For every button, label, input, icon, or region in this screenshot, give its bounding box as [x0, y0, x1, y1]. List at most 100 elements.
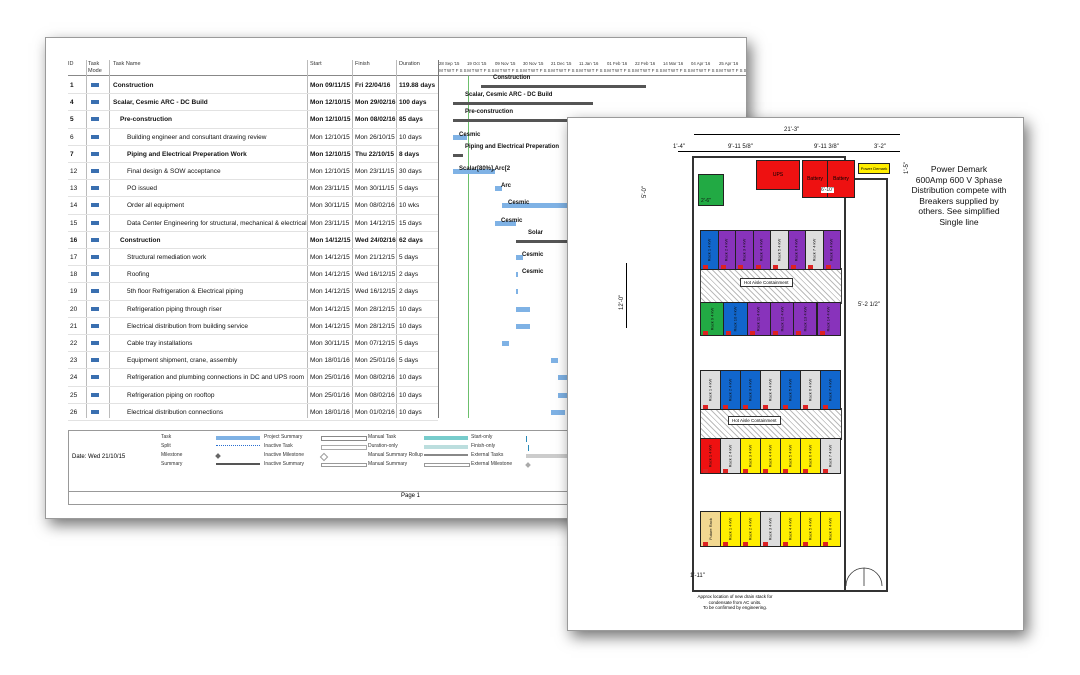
legend-label: Task: [161, 434, 172, 440]
rack: Rack 1 4 kW: [700, 370, 721, 410]
task-id: 26: [70, 408, 78, 416]
summary-bar: [453, 153, 463, 157]
task-mode-icon: [91, 203, 99, 208]
row-rule: [68, 265, 438, 267]
current-date-line: [468, 76, 469, 418]
task-start: Mon 18/01/16: [310, 408, 350, 416]
dim-line: [678, 151, 900, 152]
task-finish: Mon 08/02/16: [355, 116, 396, 124]
task-bar: [516, 306, 530, 312]
task-name: Refrigeration piping through riser: [127, 305, 222, 313]
task-duration: 15 days: [399, 219, 422, 227]
task-duration: 10 days: [399, 408, 422, 416]
task-finish: Mon 01/02/16: [355, 408, 395, 416]
legend-label: External Milestone: [471, 461, 513, 467]
task-start: Mon 14/12/15: [310, 288, 350, 296]
legend-label: Project Summary: [264, 434, 303, 440]
task-id: 22: [70, 340, 78, 347]
note-line: Single line: [939, 216, 979, 227]
task-mode-icon: [91, 237, 99, 242]
power-whip-marker: [773, 265, 778, 269]
task-start: Mon 18/01/16: [310, 357, 350, 365]
rack-label: Rack 6 4 kW: [827, 517, 833, 541]
row-rule: [68, 385, 438, 387]
rack-label: Rack 6 4 kW: [807, 378, 813, 402]
power-whip-marker: [743, 469, 748, 473]
task-start: Mon 12/10/15: [310, 150, 351, 158]
rack-label: Rack 2 4 kW: [723, 238, 729, 262]
power-whip-marker: [755, 265, 761, 269]
bar-label: Cesmic: [522, 269, 544, 276]
summary-bar: [453, 119, 572, 123]
power-whip-marker: [825, 265, 831, 269]
task-finish: Mon 30/11/15: [355, 185, 395, 193]
col-mode-header-2: Mode: [88, 68, 102, 74]
row-rule: [68, 162, 438, 163]
task-id: 1: [70, 82, 74, 89]
col-rule: [109, 60, 110, 418]
rack-label: Rack 1 4 kW: [706, 238, 712, 262]
power-whip-marker: [803, 542, 808, 546]
task-start: Mon 14/12/15: [310, 271, 350, 279]
power-whip-marker: [823, 469, 828, 473]
task-name: Pre-construction: [120, 116, 173, 124]
task-duration: 100 days: [399, 99, 427, 107]
rack-label: Rack 2 4 kW: [727, 378, 733, 402]
task-mode-icon: [91, 289, 99, 294]
task-name: Refrigeration piping on rooftop: [127, 391, 215, 399]
task-id: 13: [70, 185, 78, 193]
timescale-day: S: [743, 68, 746, 73]
rack-label: Rack 1 4 kW: [707, 444, 713, 468]
task-name: Equipment shipment, crane, assembly: [127, 357, 238, 365]
col-rule: [307, 60, 308, 418]
task-name: PO issued: [127, 185, 157, 193]
dim-top-small: 1'-5": [904, 162, 910, 174]
power-whip-marker: [763, 542, 768, 546]
task-mode-icon: [91, 169, 99, 173]
rack-label: Rack 5 4 kW: [787, 444, 793, 468]
rack: Rack 6 4 kW: [800, 370, 821, 410]
task-finish: Wed 24/02/16: [355, 236, 396, 244]
task-start: Mon 14/12/15: [310, 305, 350, 313]
floor-plan-sheet: Power Demark 600Amp 600 V 3phase Distrib…: [567, 117, 1024, 631]
power-whip-marker: [726, 331, 732, 335]
task-id: 18: [70, 271, 78, 279]
legend-swatch: [321, 445, 367, 450]
row-rule: [68, 213, 438, 215]
power-whip-marker: [808, 265, 813, 269]
col-rule: [438, 60, 439, 418]
task-start: Mon 25/01/16: [310, 391, 350, 399]
legend-label: Finish-only: [471, 443, 496, 449]
legend-swatch: [526, 436, 529, 442]
task-duration: 2 days: [399, 271, 419, 279]
power-whip-marker: [703, 265, 708, 269]
drain-note: Approx location of new drain stack for c…: [680, 594, 790, 611]
row-rule: [68, 282, 438, 284]
rack-label: Rack 10 4 kW: [732, 306, 738, 332]
legend-swatch: [216, 445, 260, 446]
task-bar: [516, 323, 530, 329]
summary-bar: [453, 102, 593, 106]
task-start: Mon 23/11/15: [310, 185, 350, 193]
timescale-month: 30 Nov '15: [523, 61, 544, 66]
task-mode-icon: [91, 100, 99, 105]
task-name: Electrical distribution connections: [127, 408, 224, 416]
hot-aisle-1-label: Hot Aisle Containment: [740, 278, 793, 287]
task-duration: 10 days: [399, 391, 422, 399]
task-start: Mon 30/11/15: [310, 340, 350, 347]
power-whip-marker: [743, 542, 748, 546]
legend-label: Manual Summary: [368, 461, 408, 467]
task-duration: 85 days: [399, 116, 423, 124]
rack-label: Rack 1 4 kW: [707, 378, 713, 402]
row-rule: [68, 368, 438, 370]
task-start: Mon 09/11/15: [310, 82, 351, 89]
rack-label: Rack 5 4 kW: [787, 378, 793, 402]
task-bar: [516, 272, 518, 278]
task-name: Final design & SOW acceptance: [127, 168, 221, 175]
bar-label: Cesmic: [501, 217, 523, 224]
task-id: 23: [70, 357, 78, 365]
rack-label: Rack 13 4 kW: [802, 306, 808, 332]
task-mode-icon: [91, 83, 99, 87]
task-name: Electrical distribution from building se…: [127, 322, 249, 330]
task-start: Mon 14/12/15: [310, 322, 350, 330]
